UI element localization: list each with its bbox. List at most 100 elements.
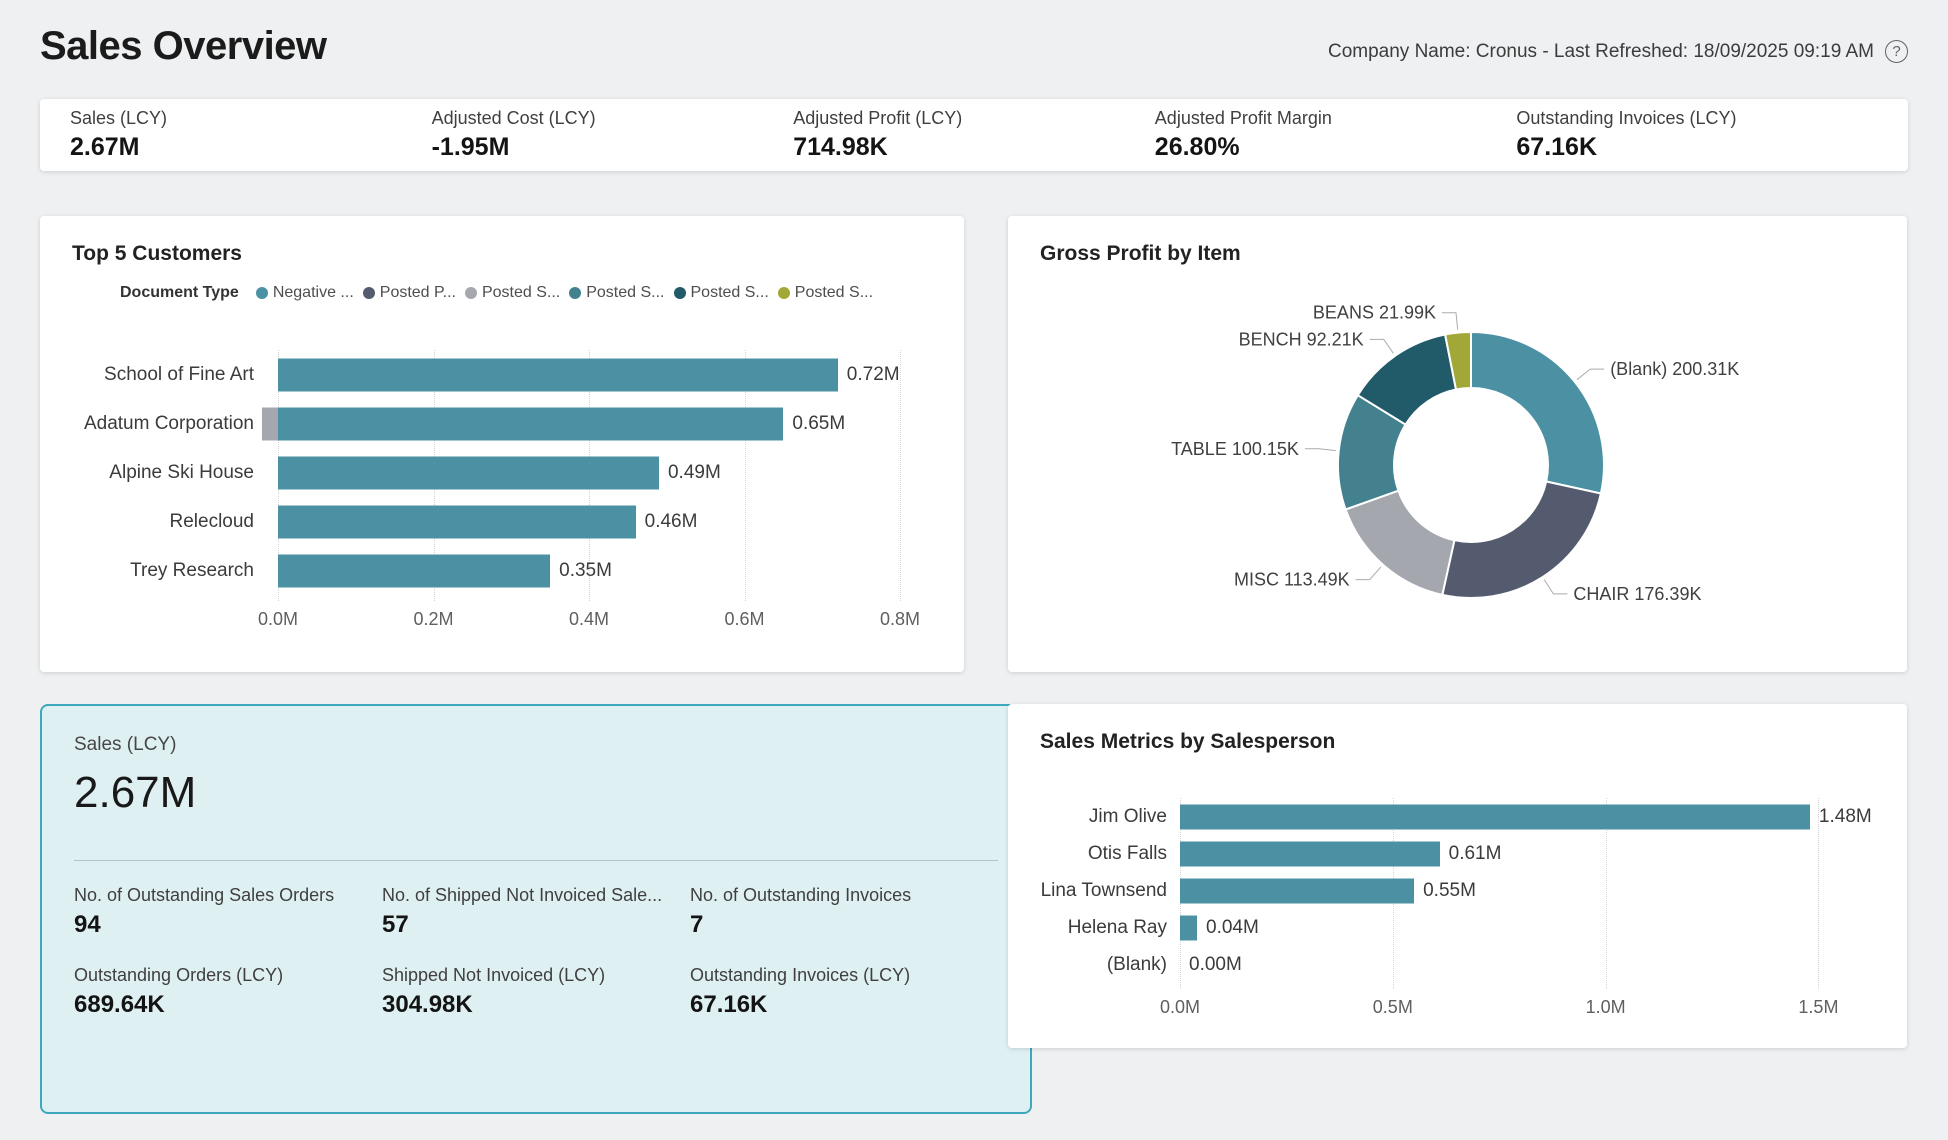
kpi-value: 26.80% bbox=[1155, 133, 1517, 162]
legend-item[interactable]: Posted P... bbox=[363, 284, 456, 302]
negative-bar-segment[interactable] bbox=[262, 407, 278, 440]
bar-value-label: 0.55M bbox=[1423, 880, 1476, 902]
category-label: (Blank) bbox=[1040, 946, 1180, 983]
help-icon[interactable]: ? bbox=[1885, 40, 1908, 63]
sales-lcy-highlight-card[interactable]: Sales (LCY) 2.67M No. of Outstanding Sal… bbox=[40, 704, 1032, 1114]
bar-row: 0.49M bbox=[278, 448, 900, 497]
donut-label-leader bbox=[1305, 449, 1336, 451]
category-label: Jim Olive bbox=[1040, 798, 1180, 835]
category-label: Adatum Corporation bbox=[72, 399, 278, 448]
dashboard-grid: Top 5 Customers Document Type Negative ..… bbox=[40, 216, 1908, 1114]
bar-chart-body: Jim OliveOtis FallsLina TownsendHelena R… bbox=[1040, 798, 1875, 1019]
metric-value: 304.98K bbox=[382, 991, 690, 1019]
bar[interactable] bbox=[278, 456, 659, 489]
legend-item[interactable]: Posted S... bbox=[674, 284, 769, 302]
legend-swatch bbox=[363, 287, 375, 299]
salesperson-chart: Jim OliveOtis FallsLina TownsendHelena R… bbox=[1040, 798, 1875, 1019]
gross-profit-by-item-card: Gross Profit by Item (Blank) 200.31KCHAI… bbox=[1008, 216, 1907, 672]
kpi-value: -1.95M bbox=[432, 133, 794, 162]
bar-value-label: 0.72M bbox=[847, 364, 900, 386]
axis-tick-label: 0.6M bbox=[724, 609, 764, 630]
metric-label: Outstanding Invoices (LCY) bbox=[690, 965, 998, 986]
header-meta: Company Name: Cronus - Last Refreshed: 1… bbox=[1328, 40, 1908, 63]
category-label: Lina Townsend bbox=[1040, 872, 1180, 909]
chart-title-gross-profit: Gross Profit by Item bbox=[1040, 242, 1875, 266]
kpi-outstanding-invoices: Outstanding Invoices (LCY) 67.16K bbox=[1516, 108, 1878, 162]
company-last-refreshed-text: Company Name: Cronus - Last Refreshed: 1… bbox=[1328, 41, 1874, 63]
bar-value-label: 0.04M bbox=[1206, 917, 1259, 939]
legend-item[interactable]: Posted S... bbox=[465, 284, 560, 302]
legend-item[interactable]: Negative ... bbox=[256, 284, 354, 302]
donut-label-leader bbox=[1356, 567, 1381, 580]
bar-value-label: 0.00M bbox=[1189, 954, 1242, 976]
category-label: School of Fine Art bbox=[72, 350, 278, 399]
kpi-value: 67.16K bbox=[1516, 133, 1878, 162]
bar[interactable] bbox=[278, 505, 636, 538]
bar-row: 0.72M bbox=[278, 350, 900, 399]
sales-card-label: Sales (LCY) bbox=[74, 734, 998, 756]
bar-value-label: 0.65M bbox=[792, 413, 845, 435]
legend-label: Posted S... bbox=[691, 284, 769, 302]
page-title: Sales Overview bbox=[40, 24, 327, 69]
dashboard-page: Sales Overview Company Name: Cronus - La… bbox=[0, 0, 1948, 1140]
category-label: Alpine Ski House bbox=[72, 448, 278, 497]
legend-item[interactable]: Posted S... bbox=[569, 284, 664, 302]
metric-value: 94 bbox=[74, 911, 382, 939]
bar[interactable] bbox=[1180, 841, 1440, 866]
legend-label: Negative ... bbox=[273, 284, 354, 302]
metric-label: No. of Outstanding Sales Orders bbox=[74, 885, 382, 906]
legend-label: Posted S... bbox=[586, 284, 664, 302]
kpi-label: Adjusted Profit (LCY) bbox=[793, 108, 1155, 129]
bar[interactable] bbox=[1180, 915, 1197, 940]
legend-item[interactable]: Posted S... bbox=[778, 284, 873, 302]
bar-row: 0.61M bbox=[1180, 835, 1861, 872]
metric-outstanding-invoices-count: No. of Outstanding Invoices 7 bbox=[690, 885, 998, 939]
kpi-label: Outstanding Invoices (LCY) bbox=[1516, 108, 1878, 129]
chart-title-salesperson: Sales Metrics by Salesperson bbox=[1040, 730, 1875, 754]
x-axis: 0.0M0.2M0.4M0.6M0.8M bbox=[278, 595, 900, 631]
kpi-value: 2.67M bbox=[70, 133, 432, 162]
bar[interactable] bbox=[278, 554, 550, 587]
legend-label: Posted S... bbox=[795, 284, 873, 302]
metric-outstanding-sales-orders: No. of Outstanding Sales Orders 94 bbox=[74, 885, 382, 939]
kpi-adjusted-profit: Adjusted Profit (LCY) 714.98K bbox=[793, 108, 1155, 162]
kpi-strip: Sales (LCY) 2.67M Adjusted Cost (LCY) -1… bbox=[40, 99, 1908, 171]
bar-value-label: 0.35M bbox=[559, 560, 612, 582]
metric-label: Outstanding Orders (LCY) bbox=[74, 965, 382, 986]
bar[interactable] bbox=[1180, 878, 1414, 903]
metric-label: No. of Outstanding Invoices bbox=[690, 885, 998, 906]
donut-data-label: BEANS 21.99K bbox=[1313, 303, 1436, 323]
axis-tick-label: 0.5M bbox=[1373, 997, 1413, 1018]
bar-value-label: 0.61M bbox=[1449, 843, 1502, 865]
top5-customers-chart: Document Type Negative ... Posted P... Post… bbox=[72, 284, 932, 631]
bar-value-label: 0.49M bbox=[668, 462, 721, 484]
donut-label-leader bbox=[1544, 580, 1567, 594]
bar-chart-body: School of Fine ArtAdatum CorporationAlpi… bbox=[72, 350, 932, 631]
bar[interactable] bbox=[278, 358, 838, 391]
kpi-adjusted-profit-margin: Adjusted Profit Margin 26.80% bbox=[1155, 108, 1517, 162]
category-label: Relecloud bbox=[72, 497, 278, 546]
sales-metrics-grid: No. of Outstanding Sales Orders 94 No. o… bbox=[74, 885, 998, 1019]
bar[interactable] bbox=[1180, 804, 1810, 829]
legend-title: Document Type bbox=[120, 284, 239, 302]
donut-slice-blank[interactable] bbox=[1471, 332, 1604, 494]
metric-value: 7 bbox=[690, 911, 998, 939]
legend-label: Posted P... bbox=[380, 284, 456, 302]
chart-title-top5-customers: Top 5 Customers bbox=[72, 242, 932, 266]
legend-swatch bbox=[256, 287, 268, 299]
gridline bbox=[900, 350, 901, 601]
category-label: Trey Research bbox=[72, 546, 278, 595]
donut-data-label: (Blank) 200.31K bbox=[1610, 359, 1739, 379]
axis-tick-label: 1.0M bbox=[1586, 997, 1626, 1018]
metric-outstanding-orders-lcy: Outstanding Orders (LCY) 689.64K bbox=[74, 965, 382, 1019]
gross-profit-donut-chart: (Blank) 200.31KCHAIR 176.39KMISC 113.49K… bbox=[1040, 274, 1875, 636]
kpi-value: 714.98K bbox=[793, 133, 1155, 162]
category-label: Otis Falls bbox=[1040, 835, 1180, 872]
bar[interactable] bbox=[278, 407, 783, 440]
donut-label-leader bbox=[1370, 339, 1394, 353]
kpi-sales-lcy: Sales (LCY) 2.67M bbox=[70, 108, 432, 162]
donut-slice-chair[interactable] bbox=[1442, 482, 1601, 599]
kpi-adjusted-cost: Adjusted Cost (LCY) -1.95M bbox=[432, 108, 794, 162]
donut-data-label: MISC 113.49K bbox=[1234, 570, 1350, 590]
bar-row: 0.04M bbox=[1180, 909, 1861, 946]
